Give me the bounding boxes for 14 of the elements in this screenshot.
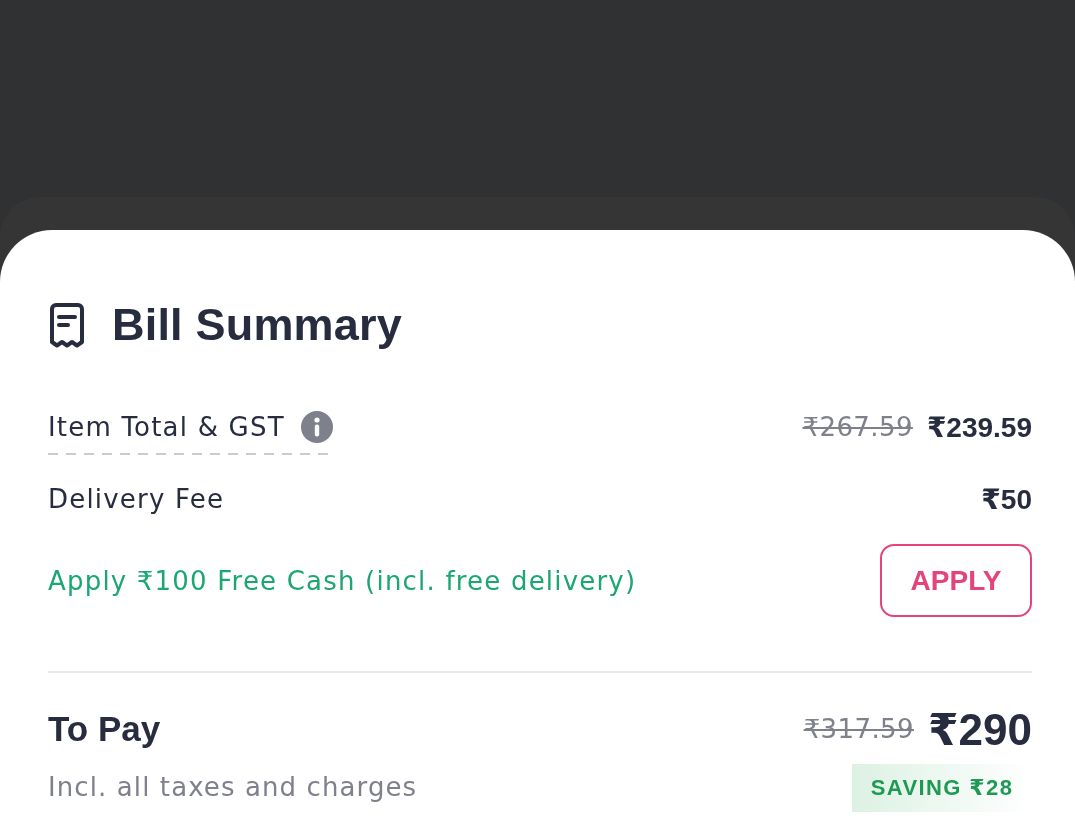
total-amount: ₹290 xyxy=(927,703,1032,755)
receipt-icon xyxy=(48,302,86,348)
info-icon[interactable] xyxy=(300,411,333,443)
bill-summary-title: Bill Summary xyxy=(112,298,402,352)
charge-details-link[interactable]: Item Total & GST xyxy=(48,409,333,455)
charge-label: Delivery Fee xyxy=(48,483,225,516)
original-amount: ₹267.59 xyxy=(802,412,913,442)
charge-amount: ₹239.59 xyxy=(926,410,1032,444)
free-cash-offer: Apply ₹100 Free Cash (incl. free delivery) xyxy=(48,565,637,596)
apply-button[interactable]: APPLY xyxy=(880,544,1032,617)
original-amount: ₹317.59 xyxy=(803,714,914,744)
to-pay-label: To Pay xyxy=(48,708,161,750)
taxes-note: Incl. all taxes and charges xyxy=(48,771,418,804)
charge-amount: ₹50 xyxy=(981,482,1032,516)
